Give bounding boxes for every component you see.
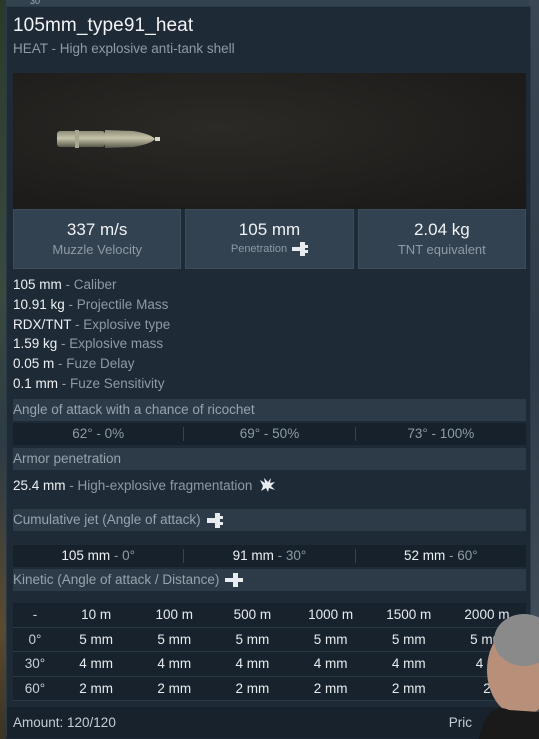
- amount-label: Amount: 120/120: [13, 715, 116, 730]
- table-header-cell: 500 m: [233, 607, 272, 623]
- cumulative-jet-title: Cumulative jet (Angle of attack): [13, 512, 201, 527]
- penetration-stat: 105 mm Penetration: [185, 209, 354, 269]
- table-row: 30° 4 mm 4 mm 4 mm 4 mm 4 mm 4 m: [13, 652, 526, 677]
- stat-label: Penetration: [230, 243, 288, 255]
- cumulative-jet-header: Cumulative jet (Angle of attack): [13, 509, 526, 531]
- ammo-tooltip-panel: 105mm_type91_heat HEAT - High explosive …: [6, 6, 532, 738]
- shell-subtitle: HEAT - High explosive anti-tank shell: [13, 41, 235, 56]
- he-frag-value: 25.4 mm: [13, 477, 66, 493]
- property-fuze-sensitivity: 0.1 mm - Fuze Sensitivity: [13, 375, 165, 391]
- muzzle-velocity-stat: 337 m/s Muzzle Velocity: [13, 209, 182, 269]
- ricochet-cell: 73° - 100%: [407, 426, 475, 441]
- cumulative-cell: 91 mm - 30°: [184, 549, 356, 563]
- main-stats: 337 m/s Muzzle Velocity 105 mm Penetrati…: [13, 209, 526, 269]
- ricochet-row: 62° - 0% 69° - 50% 73° - 100%: [13, 423, 526, 445]
- kinetic-table-header: - 10 m 100 m 500 m 1000 m 1500 m 2000 m: [13, 603, 526, 628]
- table-row: 60° 2 mm 2 mm 2 mm 2 mm 2 mm 2: [13, 676, 526, 702]
- kinetic-penetration-icon: [225, 573, 244, 587]
- cumulative-jet-row: 105 mm - 0° 91 mm - 30° 52 mm - 60°: [13, 545, 526, 567]
- table-header-cell: 1000 m: [308, 607, 354, 623]
- tooltip-header: 105mm_type91_heat HEAT - High explosive …: [7, 7, 530, 67]
- armor-penetration-header: Armor penetration: [13, 448, 526, 470]
- ricochet-cell: 69° - 50%: [184, 427, 356, 441]
- property-explosive-type: RDX/TNT - Explosive type: [13, 316, 171, 332]
- table-header-cell: 1500 m: [386, 607, 432, 623]
- shell-impact-icon: [292, 242, 309, 256]
- cumulative-cell: 105 mm - 0°: [13, 549, 185, 563]
- property-projectile-mass: 10.91 kg - Projectile Mass: [13, 296, 169, 312]
- property-fuze-delay: 0.05 m - Fuze Delay: [13, 356, 135, 372]
- shell-model-icon: [57, 130, 160, 148]
- kinetic-title: Kinetic (Angle of attack / Distance): [13, 572, 220, 587]
- tooltip-footer: Amount: 120/120 Pric: [7, 707, 532, 738]
- explosion-icon: [260, 478, 276, 492]
- stat-label: Muzzle Velocity: [52, 242, 142, 257]
- kinetic-table: - 10 m 100 m 500 m 1000 m 1500 m 2000 m …: [13, 603, 526, 702]
- he-fragmentation-row: 25.4 mm - High-explosive fragmentation: [13, 477, 526, 493]
- kinetic-header: Kinetic (Angle of attack / Distance): [13, 569, 526, 591]
- table-header-cell: -: [32, 607, 38, 623]
- stat-value: 105 mm: [238, 220, 301, 239]
- streamer-webcam-overlay: [479, 614, 539, 739]
- property-explosive-mass: 1.59 kg - Explosive mass: [13, 336, 164, 352]
- cumulative-cell: 52 mm - 60°: [403, 548, 478, 563]
- table-row: 0° 5 mm 5 mm 5 mm 5 mm 5 mm 5 mm: [13, 627, 526, 653]
- ricochet-header: Angle of attack with a chance of ricoche…: [13, 399, 526, 421]
- he-frag-label: - High-explosive fragmentation: [65, 477, 253, 493]
- ricochet-cell: 62° - 0%: [13, 427, 185, 441]
- tnt-equivalent-stat: 2.04 kg TNT equivalent: [357, 209, 526, 269]
- stat-label: TNT equivalent: [397, 242, 486, 257]
- jet-penetration-icon: [206, 512, 223, 528]
- stat-value: 337 m/s: [66, 220, 128, 239]
- shell-preview-image: [13, 73, 526, 209]
- table-header-cell: 100 m: [155, 607, 194, 623]
- shell-properties: 105 mm - Caliber 10.91 kg - Projectile M…: [13, 275, 526, 394]
- stat-value: 2.04 kg: [413, 220, 470, 239]
- property-caliber: 105 mm - Caliber: [13, 277, 117, 292]
- table-header-cell: 10 m: [81, 607, 112, 623]
- shell-title: 105mm_type91_heat: [13, 15, 194, 36]
